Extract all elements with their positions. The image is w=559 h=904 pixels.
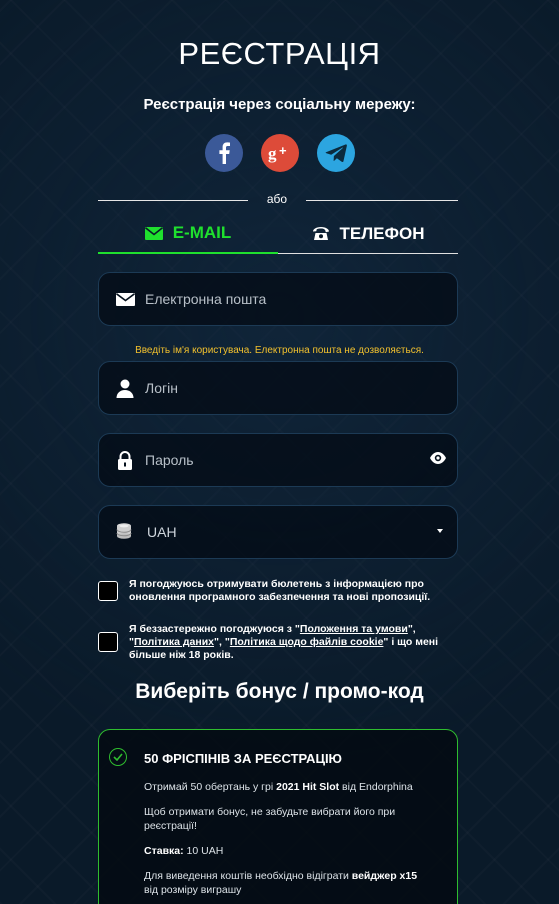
tab-email[interactable]: E-MAIL bbox=[98, 214, 278, 254]
bonus-title: 50 ФРІСПІНІВ ЗА РЕЄСТРАЦІЮ bbox=[144, 751, 342, 766]
envelope-icon bbox=[115, 289, 135, 309]
divider-left bbox=[98, 200, 248, 201]
terms-consent-text: Я беззастережно погоджуюся з "Положення … bbox=[129, 623, 458, 662]
password-field-container bbox=[98, 433, 458, 487]
cookie-link[interactable]: Політика щодо файлів cookie bbox=[230, 636, 384, 648]
google-plus-button[interactable]: g + bbox=[260, 134, 299, 172]
bonus-stake-value: 10 UAH bbox=[183, 845, 224, 857]
bonus-wager-suffix: від розміру виграшу bbox=[144, 884, 242, 896]
bonus-wager-prefix: Для виведення коштів необхідно відіграти bbox=[144, 870, 352, 882]
divider-right bbox=[306, 200, 458, 201]
phone-icon bbox=[312, 227, 329, 240]
tab-phone-label: ТЕЛЕФОН bbox=[339, 223, 425, 243]
envelope-icon bbox=[144, 226, 163, 240]
bonus-description: Отримай 50 обертань у грі 2021 Hit Slot … bbox=[144, 780, 434, 904]
social-caption: Реєстрація через соціальну мережу: bbox=[143, 96, 416, 113]
login-field-container bbox=[98, 361, 458, 415]
bonus-card[interactable]: 50 ФРІСПІНІВ ЗА РЕЄСТРАЦІЮ Отримай 50 об… bbox=[98, 729, 458, 904]
bonus-heading: Виберіть бонус / промо-код bbox=[135, 680, 424, 703]
tab-email-label: E-MAIL bbox=[172, 223, 232, 242]
bonus-stake-label: Ставка: bbox=[144, 845, 184, 857]
bonus-line-1-prefix: Отримай 50 обертань у грі bbox=[144, 781, 277, 793]
eye-icon[interactable] bbox=[429, 451, 447, 470]
currency-value: UAH bbox=[147, 524, 177, 540]
currency-select[interactable]: UAH bbox=[98, 505, 458, 559]
coins-icon bbox=[115, 522, 135, 542]
terms-link[interactable]: Положення та умови bbox=[300, 623, 408, 635]
newsletter-consent-text: Я погоджуюсь отримувати бюлетень з інфор… bbox=[129, 578, 431, 603]
tab-phone[interactable]: ТЕЛЕФОН bbox=[278, 214, 458, 253]
bonus-line-1: Отримай 50 обертань у грі 2021 Hit Slot … bbox=[144, 780, 434, 794]
bonus-wager: Для виведення коштів необхідно відіграти… bbox=[144, 869, 434, 897]
facebook-button[interactable] bbox=[204, 134, 243, 172]
check-circle-icon bbox=[109, 748, 127, 766]
telegram-button[interactable] bbox=[316, 134, 355, 172]
page-title: РЕЄСТРАЦІЯ bbox=[178, 36, 381, 71]
bonus-wager-value: вейджер x15 bbox=[351, 870, 418, 882]
username-hint: Введіть ім'я користувача. Електронна пош… bbox=[135, 345, 424, 356]
bonus-game-name: 2021 Hit Slot bbox=[276, 781, 340, 793]
password-input[interactable] bbox=[145, 452, 457, 468]
email-input[interactable] bbox=[145, 291, 457, 307]
newsletter-checkbox[interactable] bbox=[98, 581, 118, 601]
user-icon bbox=[115, 378, 135, 398]
social-buttons: g + bbox=[0, 134, 559, 172]
svg-text:+: + bbox=[279, 143, 287, 158]
newsletter-consent: Я погоджуюсь отримувати бюлетень з інфор… bbox=[98, 578, 458, 604]
telegram-icon bbox=[325, 144, 347, 163]
terms-checkbox[interactable] bbox=[98, 632, 118, 652]
registration-page: РЕЄСТРАЦІЯ Реєстрація через соціальну ме… bbox=[0, 0, 559, 904]
bonus-line-1-suffix: від Endorphina bbox=[339, 781, 413, 793]
terms-prefix: Я беззастережно погоджуюся з " bbox=[129, 623, 300, 635]
facebook-icon bbox=[218, 142, 230, 164]
login-input[interactable] bbox=[145, 380, 457, 396]
email-field-container bbox=[98, 272, 458, 326]
terms-sep2: ", " bbox=[214, 636, 230, 648]
terms-consent: Я беззастережно погоджуюся з "Положення … bbox=[98, 623, 458, 662]
chevron-down-icon bbox=[437, 529, 443, 533]
or-label: або bbox=[266, 192, 288, 206]
privacy-link[interactable]: Політика даних bbox=[134, 636, 214, 648]
lock-icon bbox=[115, 450, 135, 470]
registration-tabs: E-MAIL ТЕЛЕФОН bbox=[98, 214, 458, 254]
bonus-line-2: Щоб отримати бонус, не забудьте вибрати … bbox=[144, 806, 396, 832]
google-plus-icon: g + bbox=[268, 143, 287, 163]
bonus-stake: Ставка: 10 UAH bbox=[144, 844, 434, 858]
svg-text:g: g bbox=[268, 144, 277, 163]
